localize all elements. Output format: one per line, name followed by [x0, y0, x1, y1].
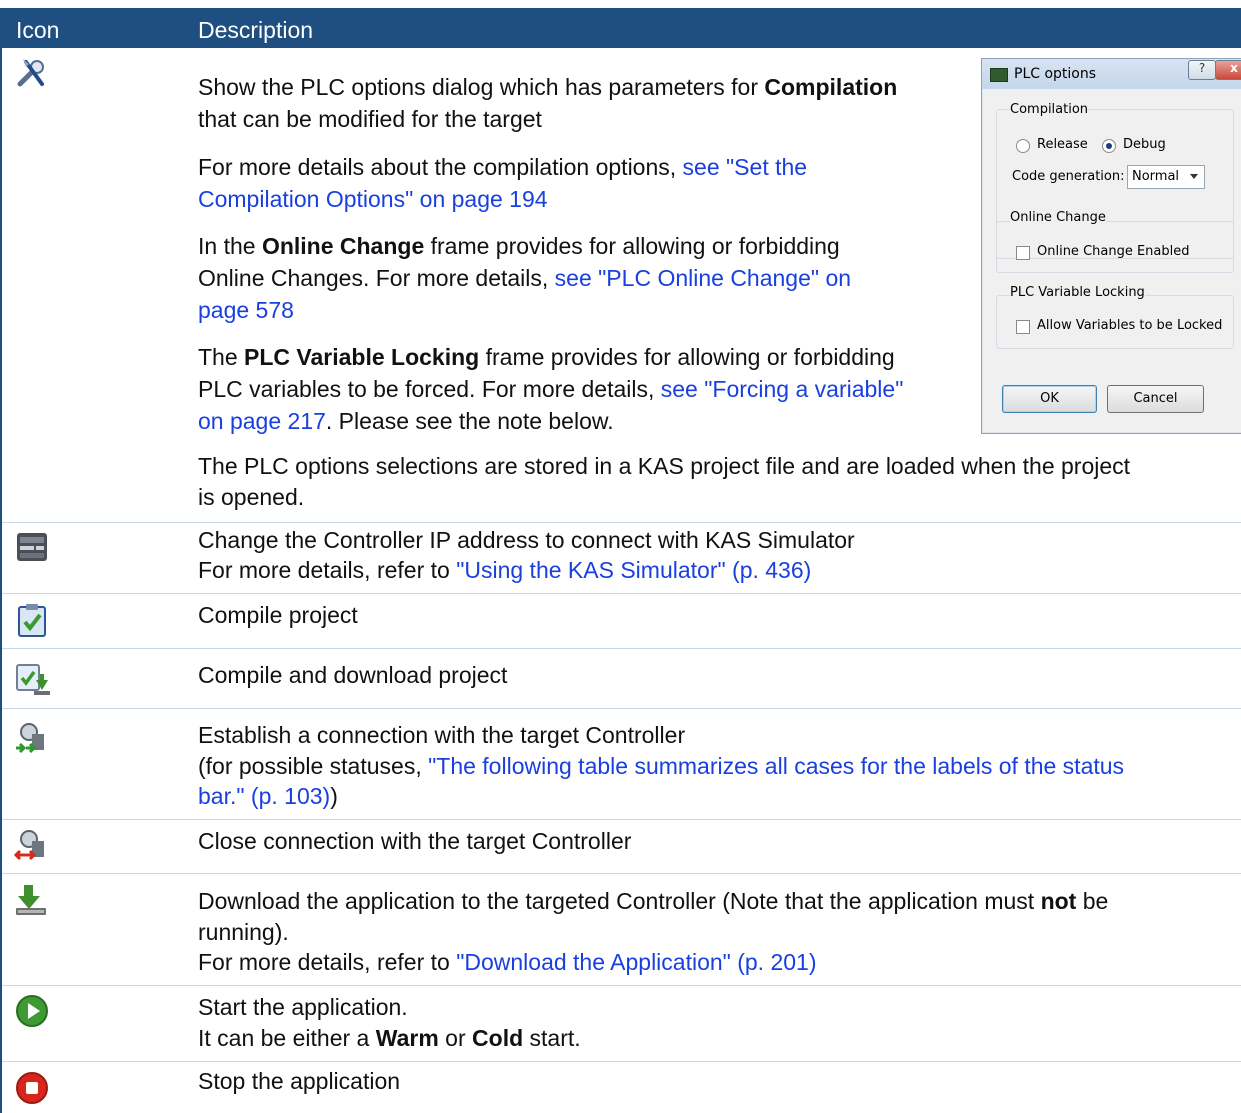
debug-label: Debug: [1123, 137, 1166, 152]
close-button[interactable]: x: [1215, 60, 1241, 80]
description-column-header: Description: [198, 17, 314, 43]
stop-icon[interactable]: [14, 1070, 50, 1106]
variable-locking-group-label: PLC Variable Locking: [1010, 285, 1145, 300]
allow-locking-checkbox-label: Allow Variables to be Locked: [1037, 318, 1223, 333]
compile-text: Compile project: [198, 602, 358, 628]
online-change-checkbox-label: Online Change Enabled: [1037, 244, 1190, 259]
compile-download-text: Compile and download project: [198, 662, 508, 688]
ip-address-icon[interactable]: [14, 529, 50, 565]
play-icon[interactable]: [14, 993, 50, 1029]
allow-locking-checkbox[interactable]: [1016, 320, 1030, 334]
row-divider: [2, 708, 1241, 709]
plc-options-paragraph-3-cont: Online Changes. For more details, see "P…: [198, 265, 852, 291]
row-divider: [2, 819, 1241, 820]
start-line-2: It can be either a Warm or Cold start.: [198, 1025, 581, 1051]
disconnect-icon[interactable]: [14, 827, 50, 863]
row-divider: [2, 593, 1241, 594]
plc-options-paragraph-3: In the Online Change frame provides for …: [198, 233, 840, 259]
plc-options-paragraph-4-end: on page 217. Please see the note below.: [198, 408, 614, 434]
dialog-titlebar: PLC options ? x: [982, 59, 1241, 89]
status-bar-labels-link[interactable]: "The following table summarizes all case…: [428, 753, 1124, 779]
connect-line-1: Establish a connection with the target C…: [198, 722, 686, 748]
compile-download-icon[interactable]: [14, 660, 50, 696]
app-icon: [990, 68, 1008, 82]
plc-options-paragraph-1: Show the PLC options dialog which has pa…: [198, 74, 898, 100]
cancel-button[interactable]: Cancel: [1107, 385, 1204, 413]
plc-options-paragraph-2: For more details about the compilation o…: [198, 154, 808, 180]
kas-simulator-link[interactable]: "Using the KAS Simulator" (p. 436): [456, 557, 811, 583]
plc-options-paragraph-4-cont: PLC variables to be forced. For more det…: [198, 376, 904, 402]
table-left-border: [0, 48, 2, 1113]
debug-radio[interactable]: [1102, 139, 1116, 153]
forcing-variable-link[interactable]: see "Forcing a variable": [661, 376, 904, 402]
disconnect-text: Close connection with the target Control…: [198, 828, 632, 854]
compilation-options-link-cont[interactable]: Compilation Options" on page 194: [198, 184, 548, 215]
compilation-group-label: Compilation: [1010, 102, 1089, 117]
row-divider: [2, 1061, 1241, 1062]
chevron-down-icon: [1190, 174, 1198, 179]
plc-options-paragraph-1-cont: that can be modified for the target: [198, 106, 542, 132]
icon-column-header: Icon: [16, 17, 60, 43]
row-divider: [2, 873, 1241, 874]
connect-line-2: (for possible statuses, "The following t…: [198, 753, 1125, 779]
online-change-link[interactable]: see "PLC Online Change" on: [555, 265, 851, 291]
online-change-checkbox[interactable]: [1016, 246, 1030, 260]
release-label: Release: [1037, 137, 1088, 152]
table-header: Icon Description: [0, 8, 1241, 48]
code-generation-label: Code generation:: [1012, 169, 1125, 184]
download-line-3: For more details, refer to "Download the…: [198, 949, 817, 975]
tools-icon[interactable]: [14, 54, 50, 90]
row-divider: [2, 648, 1241, 649]
plc-options-paragraph-4: The PLC Variable Locking frame provides …: [198, 344, 895, 370]
ip-line-1: Change the Controller IP address to conn…: [198, 527, 855, 553]
plc-options-dialog: PLC options ? x Compilation Release Debu…: [981, 58, 1241, 434]
release-radio[interactable]: [1016, 139, 1030, 153]
download-line-2: running).: [198, 919, 289, 945]
row-divider: [2, 985, 1241, 986]
connect-icon[interactable]: [14, 720, 50, 756]
help-button[interactable]: ?: [1188, 60, 1216, 80]
dialog-title: PLC options: [1014, 66, 1097, 82]
compile-icon[interactable]: [14, 602, 50, 638]
plc-options-paragraph-5-cont: is opened.: [198, 484, 305, 510]
start-line-1: Start the application.: [198, 994, 408, 1020]
connect-line-3: bar." (p. 103)): [198, 783, 338, 809]
download-line-1: Download the application to the targeted…: [198, 888, 1109, 914]
code-generation-select[interactable]: Normal: [1127, 165, 1205, 189]
stop-text: Stop the application: [198, 1068, 401, 1094]
online-change-group-label: Online Change: [1010, 210, 1106, 225]
download-icon[interactable]: [14, 882, 50, 918]
row-divider: [2, 522, 1241, 523]
download-application-link[interactable]: "Download the Application" (p. 201): [456, 949, 816, 975]
ok-button[interactable]: OK: [1002, 385, 1097, 413]
forcing-variable-link-cont[interactable]: on page 217: [198, 408, 326, 434]
online-change-link-cont[interactable]: page 578: [198, 295, 294, 326]
plc-options-paragraph-5: The PLC options selections are stored in…: [198, 453, 1131, 479]
compilation-options-link[interactable]: see "Set the: [683, 154, 808, 180]
status-bar-labels-link-cont[interactable]: bar." (p. 103): [198, 783, 330, 809]
ip-line-2: For more details, refer to "Using the KA…: [198, 557, 812, 583]
